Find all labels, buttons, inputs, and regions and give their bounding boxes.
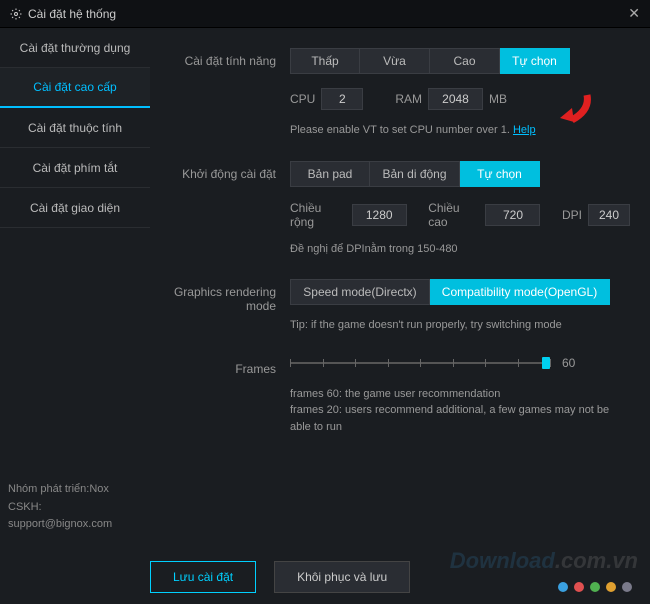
frames-slider[interactable] [290,356,550,370]
color-dots [558,582,632,592]
opt-boot-custom[interactable]: Tự chọn [460,161,540,187]
frames-hint1: frames 60: the game user recommendation [290,386,630,403]
cpu-input[interactable] [321,88,363,110]
frames-hint2: frames 20: users recommend additional, a… [290,402,630,435]
frames-label: Frames [160,356,290,376]
opt-pad[interactable]: Bản pad [290,161,370,187]
opt-directx[interactable]: Speed mode(Directx) [290,279,430,305]
gear-icon [10,8,22,20]
ram-input[interactable] [428,88,483,110]
slider-thumb[interactable] [542,357,550,369]
boot-label: Khởi động cài đặt [160,161,290,181]
height-label: Chiều cao [428,201,479,229]
width-label: Chiều rộng [290,201,346,229]
opt-custom[interactable]: Tự chọn [500,48,570,74]
opt-low[interactable]: Thấp [290,48,360,74]
sidebar: Cài đặt thường dụng Cài đặt cao cấp Cài … [0,28,150,604]
ram-label: RAM [395,92,422,106]
dpi-input[interactable] [588,204,630,226]
cpu-label: CPU [290,92,315,106]
features-options: Thấp Vừa Cao Tự chọn [290,48,630,74]
graphics-tip: Tip: if the game doesn't run properly, t… [290,317,630,334]
sidebar-item-advanced[interactable]: Cài đặt cao cấp [0,68,150,108]
opt-mobile[interactable]: Bản di động [370,161,460,187]
window-title: Cài đặt hệ thống [28,7,116,21]
bottom-bar: Lưu cài đặt Khôi phục và lưu [0,549,650,604]
main-panel: Cài đặt tính năng Thấp Vừa Cao Tự chọn C… [150,28,650,604]
titlebar: Cài đặt hệ thống ✕ [0,0,650,28]
graphics-label: Graphics rendering mode [160,279,290,313]
vt-hint: Please enable VT to set CPU number over … [290,124,510,136]
opt-opengl[interactable]: Compatibility mode(OpenGL) [430,279,610,305]
graphics-options: Speed mode(Directx) Compatibility mode(O… [290,279,630,305]
width-input[interactable] [352,204,407,226]
sidebar-item-properties[interactable]: Cài đặt thuộc tính [0,108,150,148]
opt-high[interactable]: Cao [430,48,500,74]
sidebar-item-common[interactable]: Cài đặt thường dụng [0,28,150,68]
save-button[interactable]: Lưu cài đặt [150,561,256,593]
height-input[interactable] [485,204,540,226]
help-link[interactable]: Help [513,124,536,136]
restore-button[interactable]: Khôi phục và lưu [274,561,410,593]
dpi-hint: Đề nghị để DPInằm trong 150-480 [290,241,630,258]
sidebar-item-shortcuts[interactable]: Cài đặt phím tắt [0,148,150,188]
frames-value: 60 [562,356,575,370]
opt-mid[interactable]: Vừa [360,48,430,74]
boot-options: Bản pad Bản di động Tự chọn [290,161,630,187]
features-label: Cài đặt tính năng [160,48,290,68]
ram-unit: MB [489,92,507,106]
close-icon[interactable]: ✕ [628,5,640,22]
sidebar-item-interface[interactable]: Cài đặt giao diện [0,188,150,228]
dpi-label: DPI [562,208,582,222]
